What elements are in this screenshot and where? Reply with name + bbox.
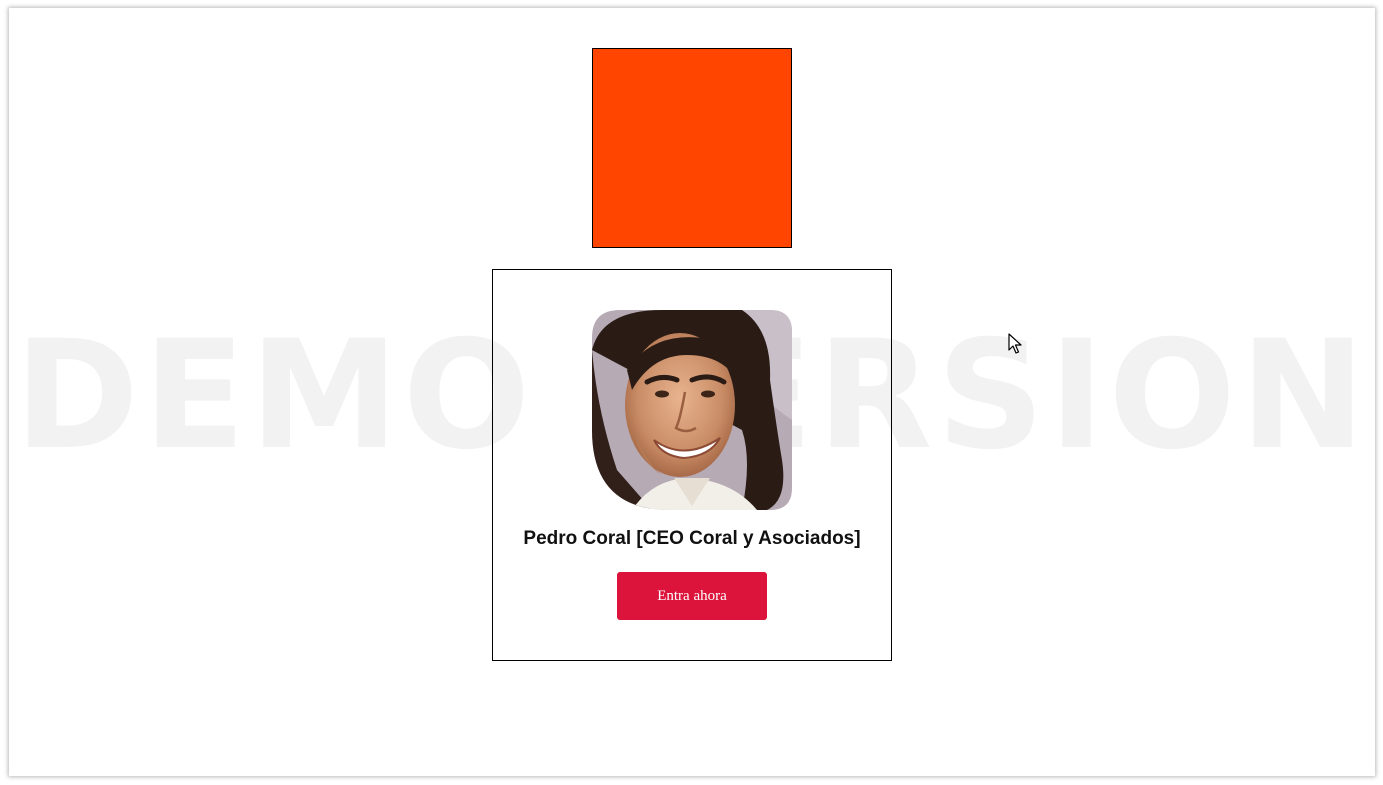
avatar-photo (592, 310, 792, 510)
page-canvas: DEMO VERSION Pedro Coral [CEO Coral y As… (9, 8, 1375, 776)
profile-card: Pedro Coral [CEO Coral y Asociados] Entr… (492, 269, 892, 661)
profile-name: Pedro Coral [CEO Coral y Asociados] (523, 528, 861, 549)
mouse-pointer-icon (1008, 333, 1022, 360)
orange-square (592, 48, 792, 248)
avatar (592, 310, 792, 510)
enter-now-button[interactable]: Entra ahora (617, 572, 767, 620)
